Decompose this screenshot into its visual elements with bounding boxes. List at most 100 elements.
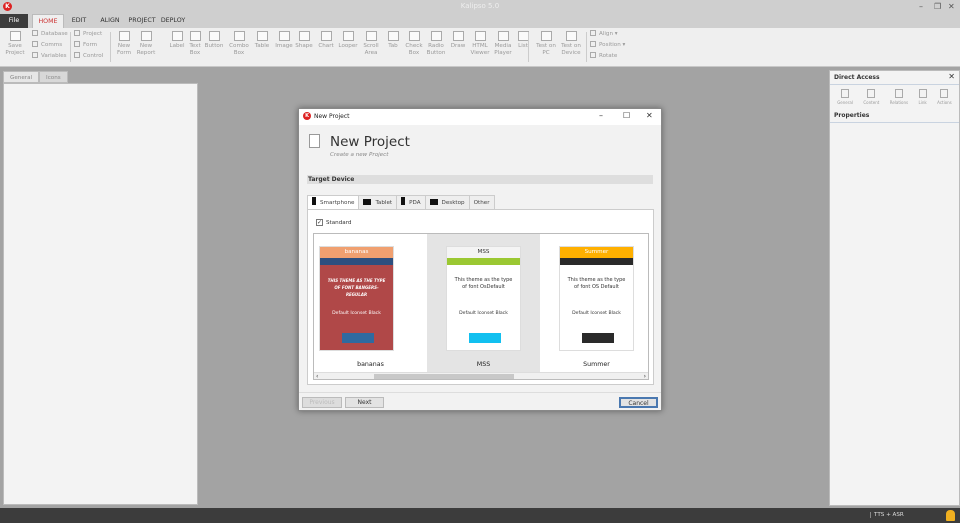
scroll-left-icon[interactable]: ‹ [316,373,318,379]
label-icon [171,31,183,41]
horizontal-scrollbar[interactable]: ‹ › [314,372,648,379]
combo-box-icon [233,31,245,41]
new-report-button[interactable]: New Report [135,31,157,57]
left-panel-tabs: General Icons [3,71,68,83]
database-button[interactable]: Database [32,29,68,40]
rotate-button[interactable]: Rotate [590,51,625,62]
close-panel-icon[interactable]: ✕ [948,73,955,81]
dialog-close-button[interactable]: ✕ [646,111,653,120]
radio-button-button[interactable]: Radio Button [425,31,447,57]
test-on-device-icon [565,31,577,41]
section-target-device: Target Device [307,175,653,184]
theme-item[interactable]: Summer This theme as the type of font OS… [540,234,648,372]
device-tab-panel: ✓ Standard bananas THIS THEME AS THE TYPE… [307,209,654,385]
test-on-device-button[interactable]: Test on Device [560,31,582,57]
test-on-pc-icon [540,31,552,41]
new-form-small-button[interactable]: Form [74,40,103,51]
save-project-button[interactable]: Save Project [4,31,26,57]
shape-button[interactable]: Shape [293,31,315,50]
new-project-dialog: K New Project – ☐ ✕ New Project Create a… [298,108,662,411]
form-icon [74,41,80,47]
direct-access-panel: Direct Access ✕ General Content Relations… [829,70,960,506]
pda-icon [401,197,406,205]
scroll-area-button[interactable]: Scroll Area [360,31,382,57]
direct-access-general[interactable]: General [837,89,853,105]
align-icon [590,30,596,36]
dialog-minimize-button[interactable]: – [599,111,603,120]
tab-general[interactable]: General [3,71,40,83]
align-button[interactable]: Align ▾ [590,29,625,40]
tab-align[interactable]: ALIGN [97,14,123,28]
new-project-button[interactable]: Project [74,29,103,40]
cancel-button[interactable]: Cancel [619,397,658,408]
tab-deploy[interactable]: DEPLOY [159,14,187,28]
chart-icon [320,31,332,41]
list-button[interactable]: List [512,31,534,50]
relations-icon [894,89,903,98]
restore-button[interactable]: ❐ [934,2,941,11]
theme-item[interactable]: bananas THIS THEME AS THE TYPE OF FONT B… [314,234,427,372]
theme-preview-header: MSS [447,247,520,258]
html-viewer-button[interactable]: HTML Viewer [469,31,491,57]
looper-icon [342,31,354,41]
tab-desktop[interactable]: Desktop [424,195,470,210]
scrollbar-thumb[interactable] [374,374,514,379]
tab-smartphone[interactable]: Smartphone [307,195,360,210]
draw-button[interactable]: Draw [447,31,469,50]
tab-edit[interactable]: EDIT [68,14,90,28]
comms-button[interactable]: Comms [32,40,68,51]
draw-icon [452,31,464,41]
button-button[interactable]: Button [203,31,225,50]
shape-icon [298,31,310,41]
theme-preview-header: bananas [320,247,393,258]
next-button[interactable]: Next [345,397,384,408]
media-player-button[interactable]: Media Player [492,31,514,57]
database-icon [32,30,38,36]
chart-button[interactable]: Chart [315,31,337,50]
ribbon: Save Project Database Comms Variables Proje… [0,28,960,67]
tab-project[interactable]: PROJECT [127,14,157,28]
direct-access-link[interactable]: Link [919,89,927,105]
standard-checkbox[interactable]: ✓ Standard [316,219,351,226]
dialog-title-bar: K New Project – ☐ ✕ [299,109,661,125]
tab-icons[interactable]: Icons [39,71,68,83]
scroll-right-icon[interactable]: › [644,373,646,379]
tab-home[interactable]: HOME [32,14,64,28]
link-icon [918,89,927,98]
position-button[interactable]: Position ▾ [590,40,625,51]
general-icon [841,89,850,98]
previous-button[interactable]: Previous [302,397,342,408]
combo-box-button[interactable]: Combo Box [228,31,250,57]
tab-file[interactable]: File [0,14,28,28]
new-control-button[interactable]: Control [74,51,103,62]
direct-access-relations[interactable]: Relations [890,89,908,105]
separator [586,32,587,62]
new-form-icon [118,31,130,41]
position-icon [590,41,596,47]
variables-icon [32,52,38,58]
image-button[interactable]: Image [273,31,295,50]
direct-access-actions[interactable]: Actions [937,89,952,105]
dialog-maximize-button[interactable]: ☐ [623,111,630,120]
tab-tablet[interactable]: Tablet [358,195,398,210]
theme-item[interactable]: MSS This theme as the type of font OsDef… [427,234,540,372]
dialog-title: New Project [314,113,350,120]
check-box-button[interactable]: Check Box [403,31,425,57]
tab-other[interactable]: Other [468,195,495,210]
close-button[interactable]: ✕ [948,2,955,11]
user-icon[interactable] [946,510,955,521]
new-form-button[interactable]: New Form [113,31,135,57]
table-button[interactable]: Table [251,31,273,50]
variables-button[interactable]: Variables [32,51,68,62]
minimize-button[interactable]: – [919,2,923,11]
direct-access-content[interactable]: Content [863,89,879,105]
looper-button[interactable]: Looper [337,31,359,50]
comms-icon [32,41,38,47]
tab-pda[interactable]: PDA [396,195,426,210]
theme-preview-header: Summer [560,247,633,258]
desktop-icon [429,199,438,205]
theme-preview-button [582,333,614,343]
test-on-pc-button[interactable]: Test on PC [535,31,557,57]
text-box-icon [189,31,201,41]
tab-button[interactable]: Tab [382,31,404,50]
